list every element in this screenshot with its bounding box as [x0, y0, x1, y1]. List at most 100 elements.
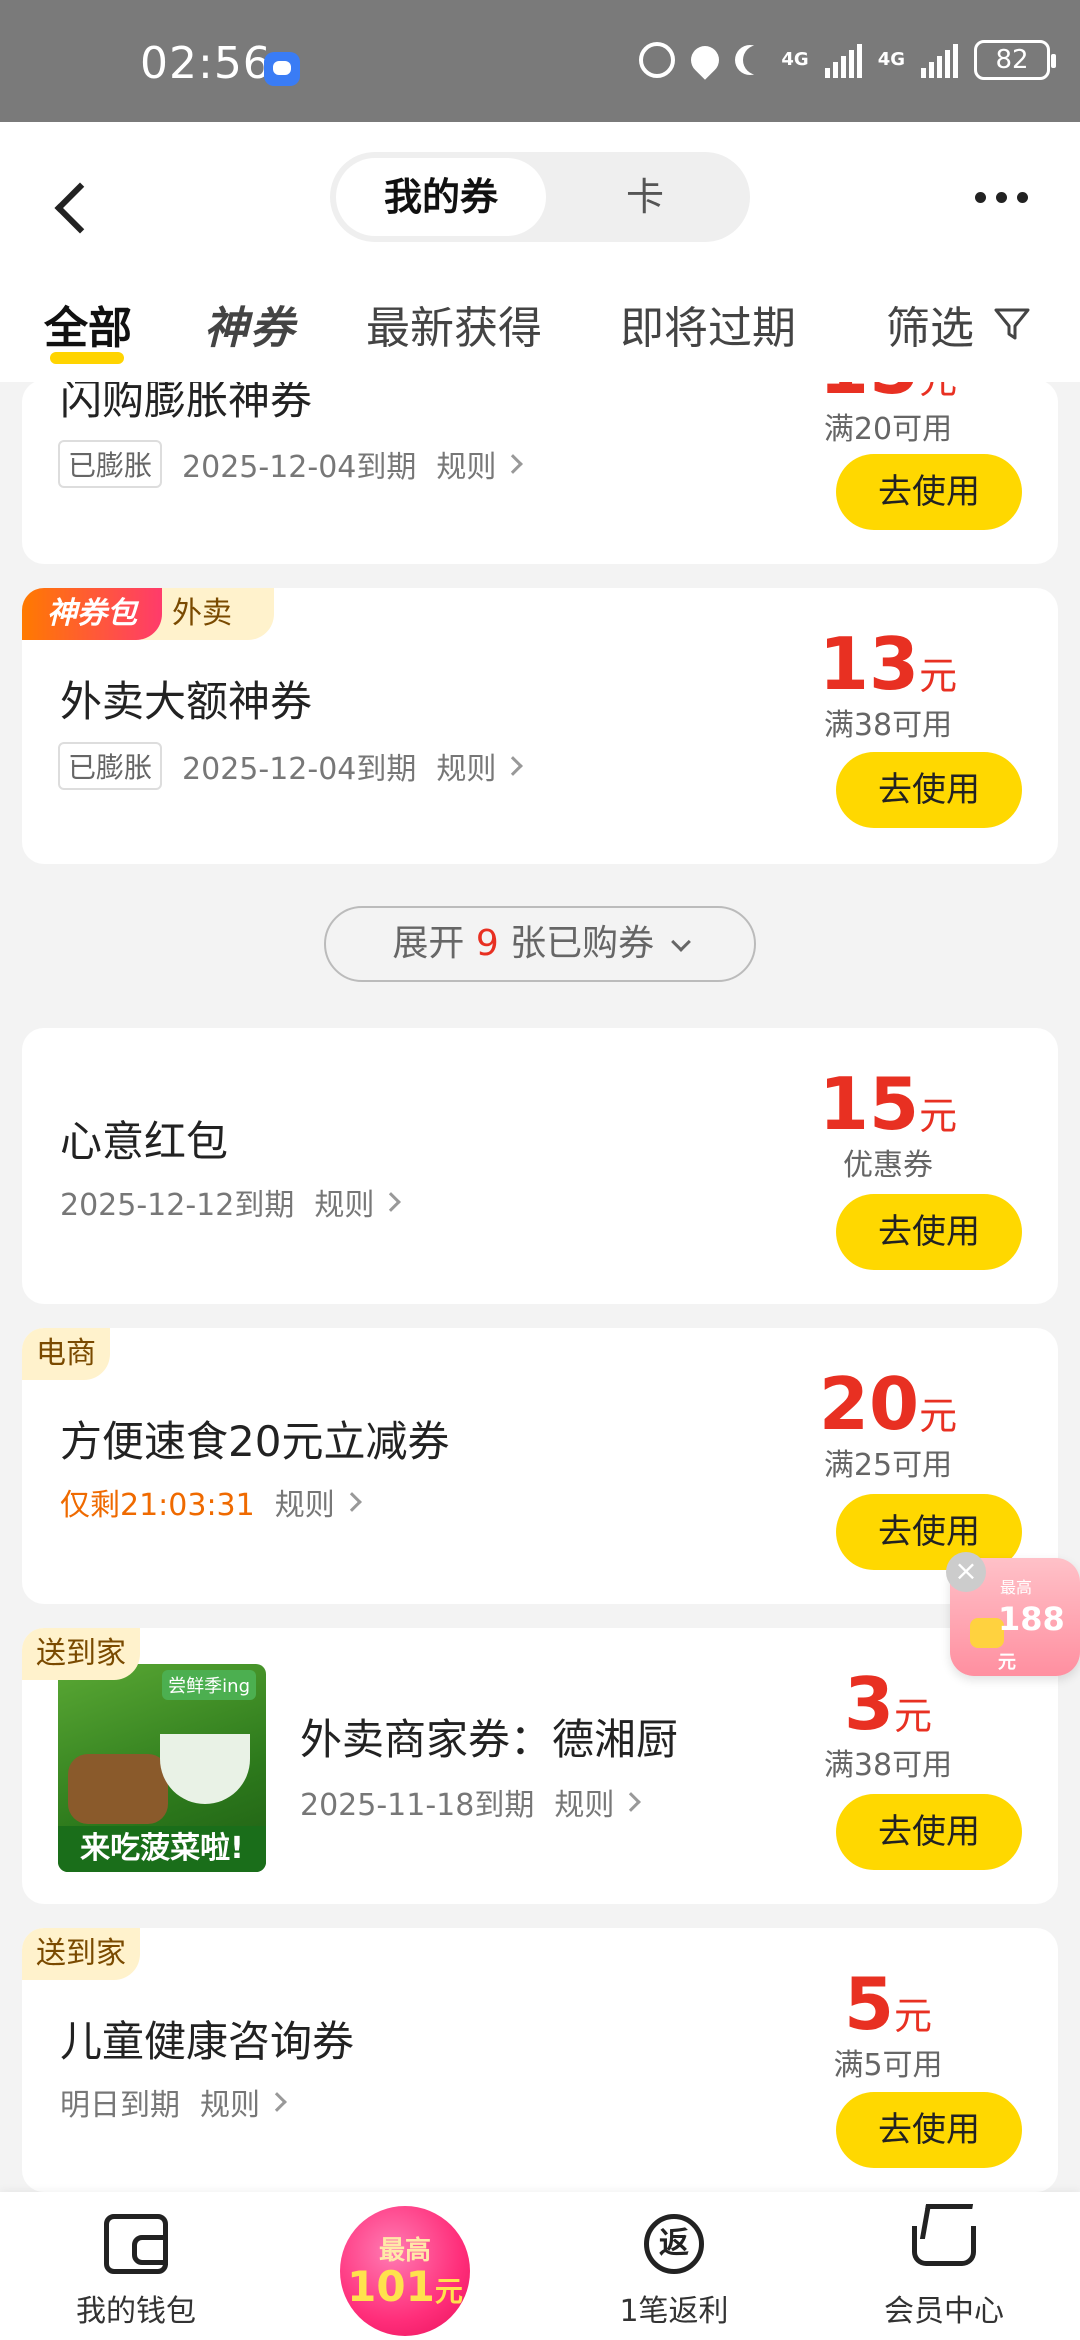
coupon-expiry: 明日到期: [60, 2088, 180, 2123]
wallet-icon: [104, 2214, 168, 2274]
coupon-unit: 元: [919, 1394, 958, 1438]
nav-member-label: 会员中心: [884, 2294, 1004, 2329]
coupon-expiry: 2025-12-04到期: [182, 450, 417, 485]
coupon-expiry: 2025-11-18到期: [300, 1788, 535, 1823]
coupon-expiry: 2025-12-04到期: [182, 752, 417, 787]
coupon-condition: 优惠券: [843, 1148, 933, 1183]
active-tab-indicator: [50, 352, 124, 364]
filter-tabs: 全部 神券 最新获得 即将过期 筛选: [0, 282, 1080, 372]
thumbnail-badge: 尝鲜季ing: [162, 1670, 256, 1700]
coupon-card[interactable]: 外卖 神券包 外卖大额神券 已膨胀 2025-12-04到期 规则 13元 满3…: [22, 588, 1058, 864]
coupon-amount: 20: [818, 1362, 920, 1446]
segment-my-coupons[interactable]: 我的券: [336, 158, 546, 236]
coupon-amount: 15: [818, 1062, 920, 1146]
nav-wallet-label: 我的钱包: [76, 2294, 196, 2329]
status-time: 02:56: [140, 38, 272, 89]
filter-icon[interactable]: [992, 304, 1032, 344]
status-bar: 02:56 4G 4G 82: [0, 0, 1080, 122]
coupon-amount: 5: [843, 1962, 895, 2046]
coupon-meta: 已膨胀 2025-12-04到期 规则: [58, 440, 524, 488]
coupon-status-tag: 已膨胀: [58, 742, 163, 790]
use-coupon-button[interactable]: 去使用: [836, 454, 1022, 530]
coupon-card[interactable]: 送到家 儿童健康咨询券 明日到期 规则 5元 满5可用 去使用: [22, 1928, 1058, 2192]
message-notification-icon: [264, 52, 300, 86]
coupon-status-tag: 已膨胀: [58, 440, 163, 488]
tab-filter[interactable]: 筛选: [886, 292, 974, 356]
coupon-unit: 元: [894, 1694, 933, 1738]
coupon-meta: 明日到期 规则: [60, 2080, 287, 2124]
coupon-condition: 满5可用: [833, 2048, 943, 2083]
bottom-navigation: 我的钱包 返 1笔返利 会员中心: [0, 2192, 1080, 2340]
coupon-rule-link[interactable]: 规则: [275, 1480, 335, 1524]
do-not-disturb-icon: [743, 45, 773, 75]
floating-badge-unit: 元: [998, 1652, 1016, 1673]
promo-amount: 101元: [340, 2262, 470, 2311]
status-icons: 4G 4G 82: [639, 40, 1056, 80]
coupon-amount: 3: [843, 1662, 895, 1746]
coupon-unit: 元: [919, 380, 958, 402]
coupon-rule-link[interactable]: 规则: [200, 2080, 260, 2124]
network-type-2: 4G: [877, 49, 905, 70]
tab-expiring[interactable]: 即将过期: [620, 292, 796, 356]
coupon-rule-link[interactable]: 规则: [314, 1180, 374, 1224]
location-icon: [685, 40, 726, 80]
coupon-card[interactable]: 电商 方便速食20元立减券 仅剩21:03:31 规则 20元 满25可用 去使…: [22, 1328, 1058, 1604]
back-button[interactable]: [48, 170, 108, 250]
basket-shape: [68, 1754, 168, 1824]
category-tag: 送到家: [22, 1628, 140, 1680]
coupon-rule-link[interactable]: 规则: [554, 1780, 614, 1824]
expand-count: 9: [475, 923, 499, 964]
coupon-price: 5元 满5可用: [788, 1964, 988, 2084]
chevron-right-icon: [267, 2092, 287, 2112]
network-type-1: 4G: [781, 49, 809, 70]
coupon-title: 方便速食20元立减券: [60, 1417, 450, 1466]
coupon-title: 儿童健康咨询券: [60, 2017, 355, 2066]
use-coupon-button[interactable]: 去使用: [836, 1794, 1022, 1870]
alarm-icon: [639, 42, 676, 78]
coupon-price: 3元 满38可用: [788, 1664, 988, 1784]
use-coupon-button[interactable]: 去使用: [836, 1194, 1022, 1270]
nav-rebate[interactable]: 返 1笔返利: [574, 2192, 774, 2340]
close-icon[interactable]: ×: [946, 1552, 986, 1592]
battery-icon: 82: [974, 40, 1056, 80]
promo-number: 101: [347, 2262, 435, 2311]
coupon-price: 15元 优惠券: [788, 1064, 988, 1184]
use-coupon-button[interactable]: 去使用: [836, 752, 1022, 828]
nav-member-center[interactable]: 会员中心: [844, 2192, 1044, 2340]
chevron-down-icon: [670, 932, 691, 952]
merchant-thumbnail: 尝鲜季ing 来吃菠菜啦!: [58, 1664, 266, 1872]
segment-control: 我的券 卡: [330, 152, 750, 242]
promo-center-button[interactable]: 最高 101元: [340, 2206, 470, 2336]
coupon-rule-link[interactable]: 规则: [436, 744, 496, 788]
coupon-card[interactable]: 闪购膨胀神券 已膨胀 2025-12-04到期 规则 15元 满20可用 去使用: [22, 380, 1058, 564]
coupon-title: 外卖商家券：德湘厨: [300, 1715, 679, 1764]
more-options-icon[interactable]: [975, 192, 1028, 203]
chevron-right-icon: [503, 454, 524, 474]
coupon-meta: 仅剩21:03:31 规则: [60, 1480, 362, 1524]
coupon-price: 20元 满25可用: [788, 1364, 988, 1484]
use-coupon-button[interactable]: 去使用: [836, 2092, 1022, 2168]
coupon-countdown: 仅剩21:03:31: [60, 1488, 255, 1523]
nav-wallet[interactable]: 我的钱包: [36, 2192, 236, 2340]
page-header: 我的券 卡 全部 神券 最新获得 即将过期 筛选: [0, 122, 1080, 380]
coupon-card[interactable]: 尝鲜季ing 来吃菠菜啦! 送到家 外卖商家券：德湘厨 2025-11-18到期…: [22, 1628, 1058, 1904]
chevron-right-icon: [381, 1192, 402, 1212]
promo-unit: 元: [434, 2275, 463, 2308]
segment-cards[interactable]: 卡: [550, 158, 740, 236]
chevron-right-icon: [621, 1792, 642, 1812]
coupon-condition: 满25可用: [823, 1448, 953, 1483]
coupon-expiry: 2025-12-12到期: [60, 1188, 295, 1223]
expand-purchased-coupons-button[interactable]: 展开 9 张已购券: [324, 906, 756, 982]
coupon-rule-link[interactable]: 规则: [436, 442, 496, 486]
floating-badge-amount: 188 元: [998, 1600, 1080, 1676]
tab-all[interactable]: 全部: [44, 292, 132, 356]
expand-prefix: 展开: [392, 923, 465, 964]
floating-badge-label: 最高: [1000, 1578, 1033, 1597]
coupon-title: 外卖大额神券: [60, 677, 313, 726]
tab-shen[interactable]: 神券: [204, 292, 296, 356]
coupon-condition: 满20可用: [823, 412, 953, 447]
coupon-card[interactable]: 心意红包 2025-12-12到期 规则 15元 优惠券 去使用: [22, 1028, 1058, 1304]
chevron-right-icon: [341, 1492, 362, 1512]
rebate-icon: 返: [644, 2214, 704, 2274]
tab-latest[interactable]: 最新获得: [366, 292, 542, 356]
